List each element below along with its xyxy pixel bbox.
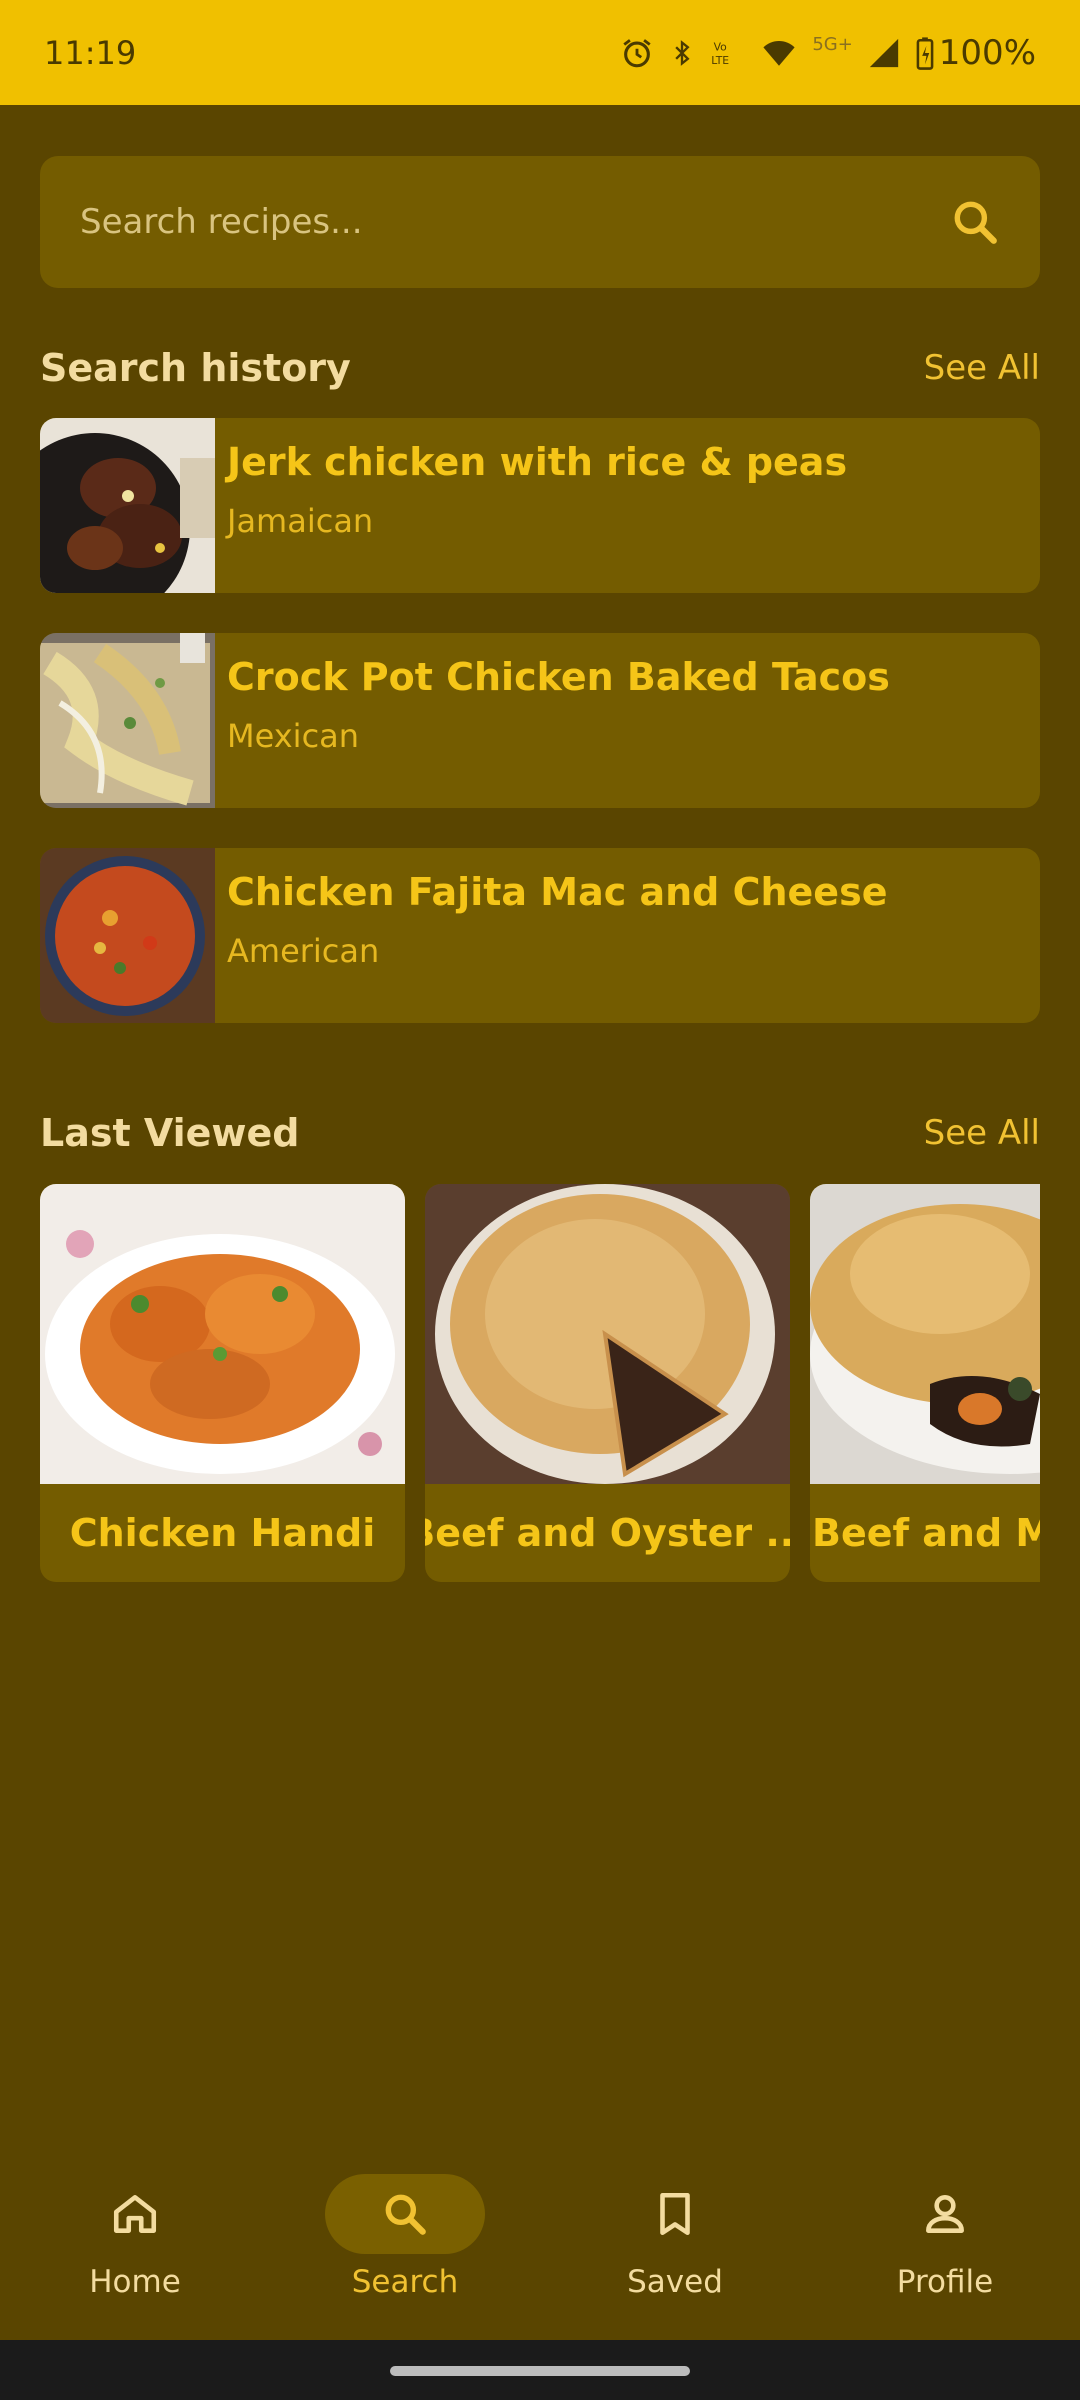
svg-text:LTE: LTE [712,53,730,66]
alarm-icon [623,38,651,67]
home-icon [113,2195,157,2233]
recipe-thumbnail [40,633,215,808]
status-bar: 11:19 Vo LTE 5G+ 100% [0,0,1080,105]
bottom-navigation: Home Search Saved Profile [0,2150,1080,2340]
nav-profile-icon-container [865,2174,1025,2254]
recipe-image [810,1184,1040,1484]
recipe-thumbnail [40,848,215,1023]
search-icon [385,2194,426,2235]
status-icons: Vo LTE 5G+ 100% [620,33,1036,73]
gesture-home-bar[interactable] [390,2366,690,2376]
nav-saved-icon-container [595,2174,755,2254]
nav-search-icon-container [325,2174,485,2254]
nav-profile-label: Profile [896,2264,994,2300]
viewed-card-chicken-handi[interactable]: Chicken Handi [40,1184,405,1582]
wifi-icon [763,40,795,66]
history-item-fajita-mac[interactable]: Chicken Fajita Mac and Cheese American [40,848,1040,1023]
search-history-title: Search history [40,346,351,390]
nav-search[interactable]: Search [295,2174,515,2300]
last-viewed-header: Last Viewed See All [40,1111,1040,1155]
bluetooth-icon [675,39,690,66]
recipe-image [425,1184,790,1484]
viewed-card-title: Beef and Oyster ... [425,1511,790,1555]
history-item-title: Jerk chicken with rice & peas [227,440,848,484]
nav-saved[interactable]: Saved [565,2174,785,2300]
gesture-navigation-area [0,2340,1080,2400]
history-item-chicken-tacos[interactable]: Crock Pot Chicken Baked Tacos Mexican [40,633,1040,808]
recipe-image [40,1184,405,1484]
history-item-cuisine: Jamaican [227,502,374,540]
recipe-thumbnail [40,418,215,593]
bookmark-icon [660,2192,690,2236]
nav-saved-label: Saved [627,2264,723,2300]
battery-percent: 100% [938,32,1036,73]
network-type: 5G+ [812,34,853,55]
viewed-card-beef-mushroom[interactable]: Beef and Mu [810,1184,1040,1582]
last-viewed-title: Last Viewed [40,1111,300,1155]
status-time: 11:19 [44,33,137,72]
nav-search-label: Search [351,2264,459,2300]
nav-home-label: Home [89,2264,181,2300]
viewed-card-beef-oyster[interactable]: Beef and Oyster ... [425,1184,790,1582]
viewed-card-title: Beef and Mu [812,1511,1040,1555]
viewed-card-title: Chicken Handi [69,1511,376,1555]
history-item-title: Crock Pot Chicken Baked Tacos [227,655,890,699]
search-icon[interactable] [950,197,1000,247]
last-viewed-see-all-link[interactable]: See All [924,1113,1040,1153]
history-item-jerk-chicken[interactable]: Jerk chicken with rice & peas Jamaican [40,418,1040,593]
battery-charging-icon [916,36,934,70]
search-placeholder: Search recipes... [80,202,363,242]
signal-icon [869,38,898,67]
nav-home[interactable]: Home [25,2174,245,2300]
search-history-list: Jerk chicken with rice & peas Jamaican C… [40,418,1040,1063]
history-item-cuisine: Mexican [227,717,360,755]
volte-icon: Vo LTE [712,40,730,66]
history-item-cuisine: American [227,932,380,970]
search-history-see-all-link[interactable]: See All [924,348,1040,388]
nav-profile[interactable]: Profile [835,2174,1055,2300]
last-viewed-list[interactable]: Chicken Handi Beef and Oyster ... Beef a… [40,1184,1040,1584]
nav-home-icon-container [55,2174,215,2254]
svg-text:Vo: Vo [714,40,728,53]
history-item-title: Chicken Fajita Mac and Cheese [227,870,888,914]
search-history-header: Search history See All [40,346,1040,390]
person-icon [926,2195,964,2233]
search-input[interactable]: Search recipes... [40,156,1040,288]
